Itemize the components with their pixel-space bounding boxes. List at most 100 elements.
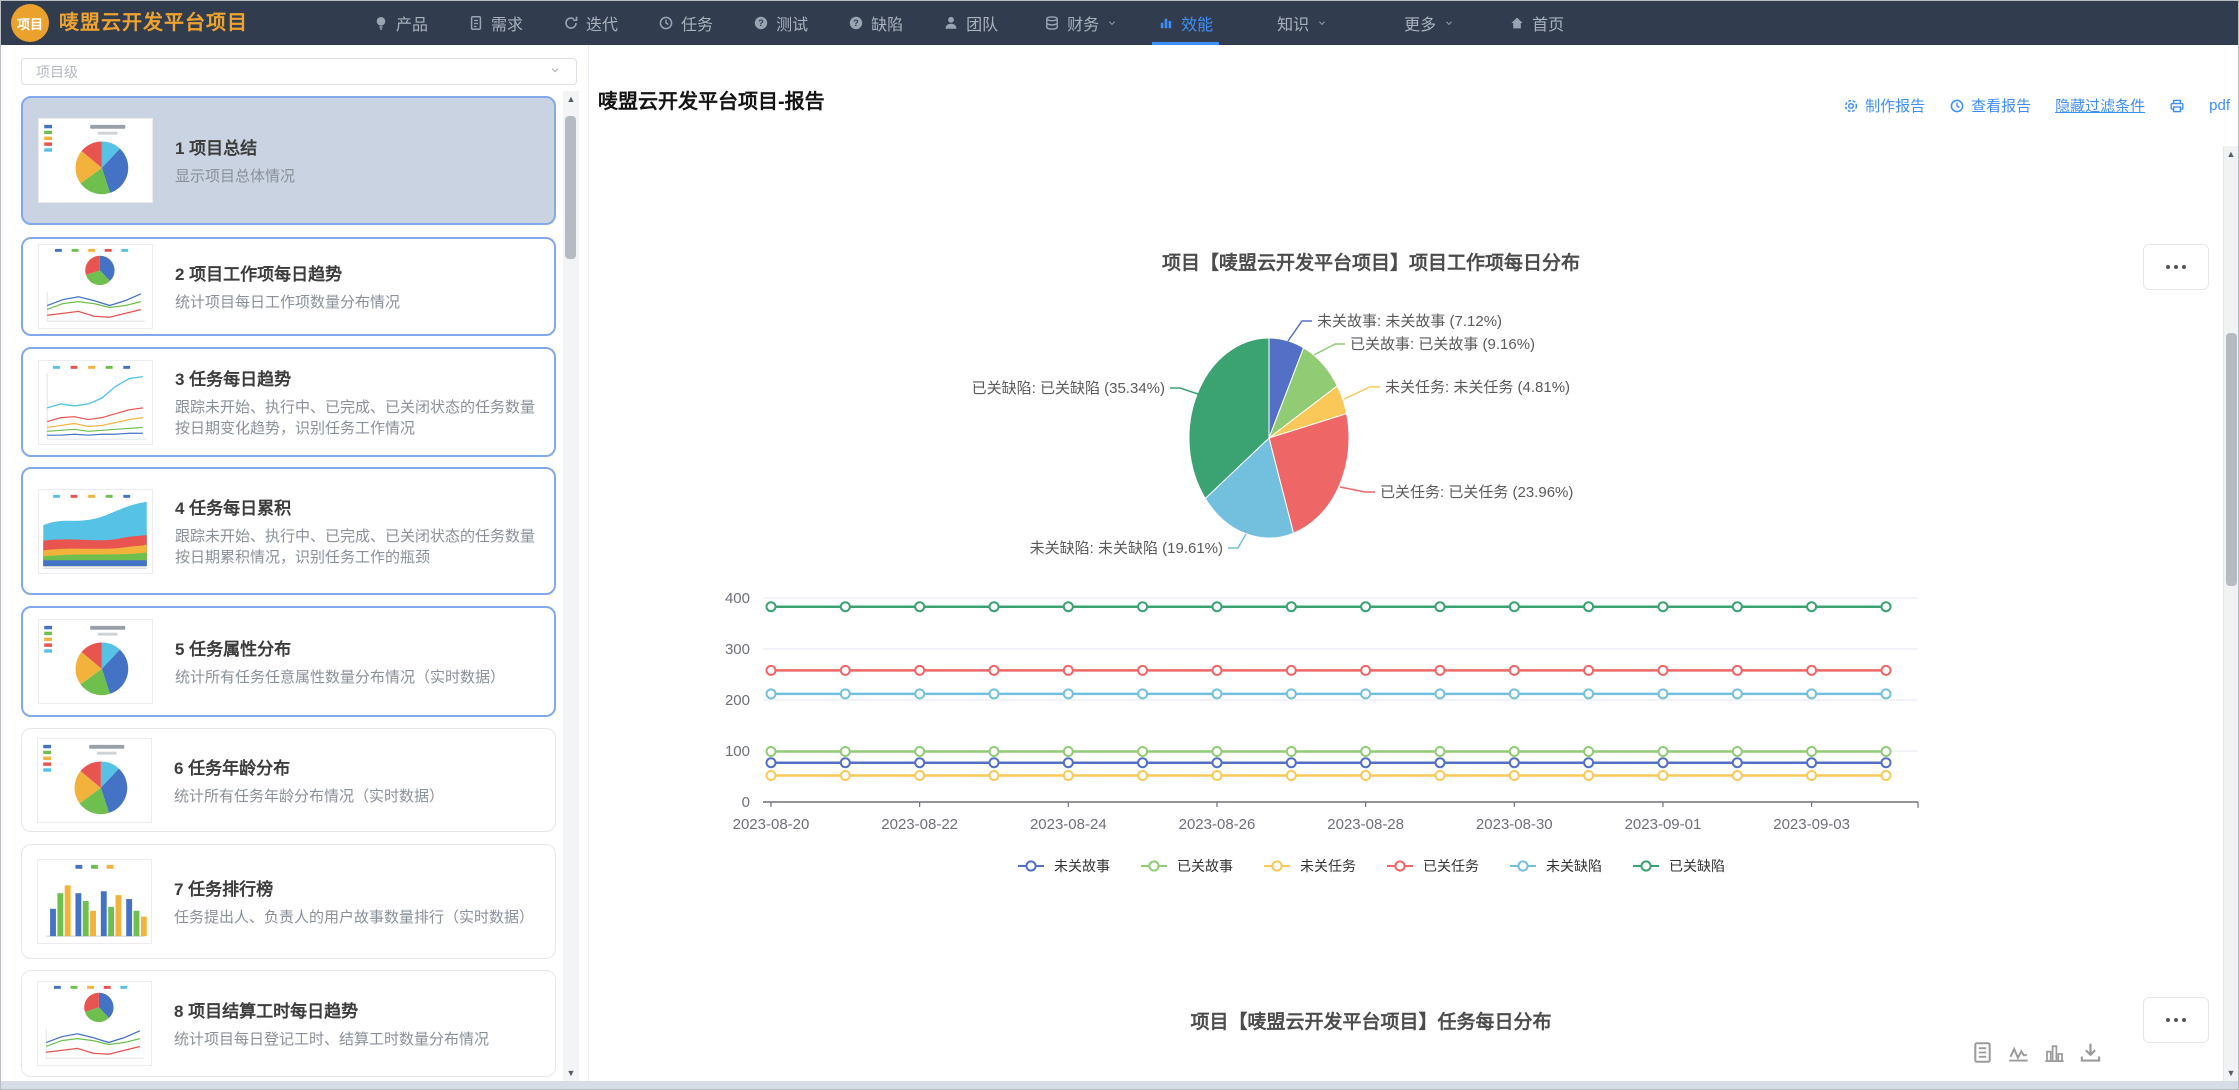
data-point-open-task[interactable] xyxy=(990,771,999,780)
nav-item-test[interactable]: ?测试 xyxy=(733,1,828,45)
legend-item-closed-task[interactable]: 已关任务 xyxy=(1386,856,1479,876)
toolbox-data-view-button[interactable] xyxy=(1971,1041,1994,1064)
data-point-open-bug[interactable] xyxy=(1436,689,1445,698)
data-point-closed-bug[interactable] xyxy=(841,602,850,611)
report-scope-select[interactable]: 项目级 xyxy=(21,58,577,85)
data-point-open-bug[interactable] xyxy=(767,689,776,698)
data-point-open-task[interactable] xyxy=(767,771,776,780)
data-point-closed-story[interactable] xyxy=(1287,747,1296,756)
data-point-closed-task[interactable] xyxy=(1436,666,1445,675)
data-point-open-bug[interactable] xyxy=(1064,689,1073,698)
nav-item-iteration[interactable]: 迭代 xyxy=(543,1,638,45)
horizontal-scrollbar[interactable] xyxy=(1,1081,2238,1089)
data-point-open-story[interactable] xyxy=(1436,758,1445,767)
data-point-open-bug[interactable] xyxy=(1584,689,1593,698)
data-point-closed-story[interactable] xyxy=(841,747,850,756)
data-point-open-story[interactable] xyxy=(1807,758,1816,767)
nav-item-home[interactable]: 首页 xyxy=(1489,1,1584,45)
report-card-3[interactable]: 3 任务每日趋势 跟踪未开始、执行中、已完成、已关闭状态的任务数量按日期变化趋势… xyxy=(21,347,556,457)
data-point-open-bug[interactable] xyxy=(1510,689,1519,698)
action-make-report[interactable]: 制作报告 xyxy=(1843,95,1925,116)
data-point-closed-task[interactable] xyxy=(1361,666,1370,675)
data-point-closed-bug[interactable] xyxy=(1138,602,1147,611)
data-point-closed-story[interactable] xyxy=(1361,747,1370,756)
data-point-open-story[interactable] xyxy=(1510,758,1519,767)
data-point-open-bug[interactable] xyxy=(1807,689,1816,698)
data-point-closed-bug[interactable] xyxy=(915,602,924,611)
action-hide-filter[interactable]: 隐藏过滤条件 xyxy=(2055,95,2145,116)
data-point-closed-story[interactable] xyxy=(1138,747,1147,756)
data-point-open-story[interactable] xyxy=(990,758,999,767)
data-point-open-story[interactable] xyxy=(1287,758,1296,767)
data-point-open-bug[interactable] xyxy=(1213,689,1222,698)
nav-item-knowledge[interactable]: 知识 xyxy=(1257,1,1348,45)
data-point-open-task[interactable] xyxy=(1733,771,1742,780)
data-point-closed-story[interactable] xyxy=(1510,747,1519,756)
data-point-open-task[interactable] xyxy=(1213,771,1222,780)
data-point-closed-task[interactable] xyxy=(1213,666,1222,675)
data-point-open-story[interactable] xyxy=(1584,758,1593,767)
data-point-closed-task[interactable] xyxy=(1882,666,1891,675)
data-point-open-task[interactable] xyxy=(1659,771,1668,780)
data-point-closed-bug[interactable] xyxy=(1584,602,1593,611)
toolbox-line-type-button[interactable] xyxy=(2007,1041,2030,1064)
scroll-up-arrow[interactable]: ▲ xyxy=(563,93,579,105)
data-point-closed-bug[interactable] xyxy=(1361,602,1370,611)
data-point-closed-bug[interactable] xyxy=(1882,602,1891,611)
data-point-closed-bug[interactable] xyxy=(1659,602,1668,611)
legend-item-open-task[interactable]: 未关任务 xyxy=(1263,856,1356,876)
data-point-closed-bug[interactable] xyxy=(1064,602,1073,611)
action-pdf[interactable]: pdf xyxy=(2209,97,2230,114)
data-point-closed-story[interactable] xyxy=(1733,747,1742,756)
report-card-7[interactable]: 7 任务排行榜 任务提出人、负责人的用户故事数量排行（实时数据） xyxy=(21,844,556,959)
data-point-closed-story[interactable] xyxy=(767,747,776,756)
data-point-open-bug[interactable] xyxy=(1733,689,1742,698)
nav-item-bug[interactable]: ?缺陷 xyxy=(828,1,923,45)
nav-item-more[interactable]: 更多 xyxy=(1384,1,1475,45)
data-point-open-story[interactable] xyxy=(1064,758,1073,767)
data-point-closed-story[interactable] xyxy=(1807,747,1816,756)
nav-item-efficiency[interactable]: 效能 xyxy=(1138,1,1233,45)
data-point-open-story[interactable] xyxy=(1138,758,1147,767)
report-card-2[interactable]: 2 项目工作项每日趋势 统计项目每日工作项数量分布情况 xyxy=(21,237,556,336)
data-point-open-task[interactable] xyxy=(1436,771,1445,780)
data-point-closed-task[interactable] xyxy=(915,666,924,675)
data-point-closed-story[interactable] xyxy=(1584,747,1593,756)
action-print[interactable] xyxy=(2169,98,2185,114)
chart1-more-button[interactable] xyxy=(2143,244,2209,290)
data-point-closed-task[interactable] xyxy=(1064,666,1073,675)
legend-item-open-story[interactable]: 未关故事 xyxy=(1017,856,1110,876)
data-point-closed-story[interactable] xyxy=(1436,747,1445,756)
data-point-open-task[interactable] xyxy=(1138,771,1147,780)
scroll-down-arrow[interactable]: ▼ xyxy=(563,1067,579,1079)
scrollbar-thumb[interactable] xyxy=(565,116,576,259)
data-point-open-story[interactable] xyxy=(1361,758,1370,767)
data-point-open-bug[interactable] xyxy=(1138,689,1147,698)
legend-item-closed-story[interactable]: 已关故事 xyxy=(1140,856,1233,876)
nav-item-product[interactable]: 产品 xyxy=(353,1,448,45)
data-point-closed-bug[interactable] xyxy=(1436,602,1445,611)
toolbox-bar-type-button[interactable] xyxy=(2043,1041,2066,1064)
report-card-8[interactable]: 8 项目结算工时每日趋势 统计项目每日登记工时、结算工时数量分布情况 xyxy=(21,970,556,1077)
data-point-closed-story[interactable] xyxy=(915,747,924,756)
data-point-open-story[interactable] xyxy=(1882,758,1891,767)
data-point-closed-task[interactable] xyxy=(1510,666,1519,675)
scroll-down-arrow[interactable]: ▼ xyxy=(2224,1067,2238,1079)
data-point-open-bug[interactable] xyxy=(1287,689,1296,698)
data-point-open-story[interactable] xyxy=(767,758,776,767)
data-point-open-task[interactable] xyxy=(1584,771,1593,780)
data-point-open-bug[interactable] xyxy=(1882,689,1891,698)
data-point-closed-task[interactable] xyxy=(1584,666,1593,675)
data-point-closed-task[interactable] xyxy=(1138,666,1147,675)
data-point-open-task[interactable] xyxy=(915,771,924,780)
data-point-open-story[interactable] xyxy=(1213,758,1222,767)
data-point-open-bug[interactable] xyxy=(1361,689,1370,698)
nav-item-task[interactable]: 任务 xyxy=(638,1,733,45)
data-point-closed-bug[interactable] xyxy=(1807,602,1816,611)
action-view-report[interactable]: 查看报告 xyxy=(1949,95,2031,116)
data-point-closed-bug[interactable] xyxy=(990,602,999,611)
data-point-open-story[interactable] xyxy=(1733,758,1742,767)
data-point-closed-bug[interactable] xyxy=(1213,602,1222,611)
report-card-1[interactable]: 1 项目总结 显示项目总体情况 xyxy=(21,96,556,225)
scroll-up-arrow[interactable]: ▲ xyxy=(2224,148,2238,160)
